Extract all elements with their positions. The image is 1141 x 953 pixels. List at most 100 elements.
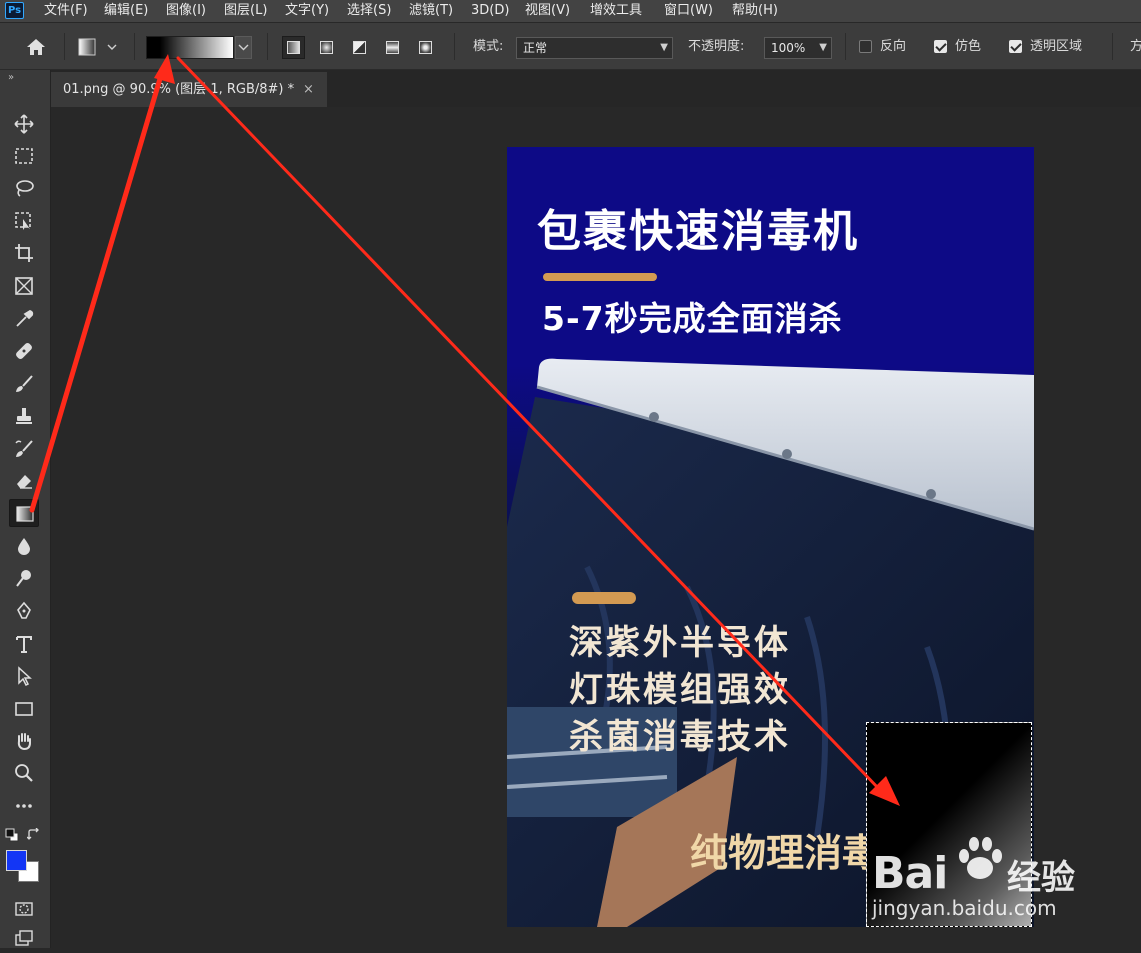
document-tab[interactable]: 01.png @ 90.9% (图层 1, RGB/8#) * × — [51, 72, 327, 107]
accent-bar — [572, 592, 636, 604]
watermark-url: jingyan.baidu.com — [872, 896, 1057, 920]
dither-checkbox[interactable] — [934, 40, 947, 53]
brush-tool[interactable] — [9, 370, 39, 398]
dodge-tool-icon — [16, 570, 31, 587]
foreground-color-swatch[interactable] — [6, 850, 27, 871]
menu-file[interactable]: 文件(F) — [44, 0, 88, 22]
diamond-gradient-button[interactable] — [414, 36, 437, 59]
reverse-checkbox[interactable] — [859, 40, 872, 53]
gradient-preset-icon — [78, 38, 117, 56]
document-image[interactable]: 包裹快速消毒机 5-7秒完成全面消杀 深紫外半导体 灯珠模组强效 杀菌消毒技术 … — [507, 147, 1034, 927]
reflected-gradient-button[interactable] — [381, 36, 404, 59]
transparency-checkbox[interactable] — [1009, 40, 1022, 53]
angle-gradient-icon — [353, 41, 366, 54]
screen-mode-button[interactable] — [9, 925, 39, 953]
dither-label: 仿色 — [955, 39, 982, 54]
path-select-tool-icon — [18, 666, 32, 686]
menu-select[interactable]: 选择(S) — [347, 0, 391, 22]
separator — [134, 33, 135, 60]
opacity-field[interactable]: 100% ▼ — [764, 37, 832, 59]
default-colors-button[interactable] — [5, 827, 19, 842]
menu-filter[interactable]: 滤镜(T) — [409, 0, 453, 22]
quick-mask-button[interactable] — [9, 895, 39, 923]
angle-gradient-button[interactable] — [348, 36, 371, 59]
hand-tool[interactable] — [9, 727, 39, 755]
chevron-down-icon: ▼ — [819, 42, 827, 53]
poster-tagline: 纯物理消毒 — [690, 830, 881, 875]
menu-layer[interactable]: 图层(L) — [224, 0, 267, 22]
separator — [454, 33, 455, 60]
healing-brush-tool[interactable] — [9, 337, 39, 365]
frame-tool-icon — [15, 277, 33, 295]
separator — [267, 33, 268, 60]
options-bar: 模式: 正常 ▼ 不透明度: 100% ▼ 反向 仿色 透明区域 方 — [0, 23, 1141, 70]
more-tools[interactable] — [9, 792, 39, 820]
blur-tool[interactable] — [9, 532, 39, 560]
clone-stamp-tool[interactable] — [9, 402, 39, 430]
zoom-tool[interactable] — [9, 759, 39, 787]
radial-gradient-icon — [320, 41, 333, 54]
menu-view[interactable]: 视图(V) — [525, 0, 570, 22]
healing-brush-tool-icon — [16, 343, 32, 359]
type-tool[interactable] — [9, 630, 39, 658]
paw-icon — [959, 837, 1002, 879]
brush-tool-icon — [16, 375, 33, 392]
menu-bar: Ps 文件(F) 编辑(E) 图像(I) 图层(L) 文字(Y) 选择(S) 滤… — [0, 0, 1141, 22]
tool-preset-picker[interactable] — [78, 37, 122, 57]
swap-colors-button[interactable] — [26, 827, 41, 841]
radial-gradient-button[interactable] — [315, 36, 338, 59]
eyedropper-tool[interactable] — [9, 305, 39, 333]
marquee-tool[interactable] — [9, 142, 39, 170]
clone-stamp-tool-icon — [16, 408, 32, 424]
crop-tool[interactable] — [9, 239, 39, 267]
object-select-tool[interactable] — [9, 207, 39, 235]
mode-label: 模式: — [473, 39, 504, 54]
menu-plugins[interactable]: 增效工具 — [590, 0, 642, 22]
zoom-tool-icon — [15, 764, 33, 782]
photoshop-logo-icon: Ps — [5, 2, 24, 19]
gradient-preview-swatch[interactable] — [146, 36, 234, 59]
rectangle-tool-icon — [15, 702, 33, 716]
linear-gradient-button[interactable] — [282, 36, 305, 59]
default-colors-icon — [5, 828, 19, 842]
reflected-gradient-icon — [386, 41, 399, 54]
watermark-jingyan: 经验 — [1007, 858, 1075, 898]
pen-tool[interactable] — [9, 597, 39, 625]
menu-help[interactable]: 帮助(H) — [732, 0, 778, 22]
more-tools-icon — [16, 804, 32, 808]
tools-panel: » — [0, 70, 51, 948]
linear-gradient-icon — [287, 41, 300, 54]
mode-select[interactable]: 正常 ▼ — [516, 37, 673, 59]
move-tool-icon — [14, 114, 34, 134]
menu-image[interactable]: 图像(I) — [166, 0, 206, 22]
screen-mode-icon — [15, 930, 33, 946]
history-brush-tool[interactable] — [9, 435, 39, 463]
crop-tool-icon — [15, 244, 33, 262]
blur-tool-icon — [18, 538, 30, 555]
home-button[interactable] — [24, 36, 48, 58]
gradient-tool[interactable] — [9, 499, 39, 527]
dodge-tool[interactable] — [9, 564, 39, 592]
poster-feature-line: 杀菌消毒技术 — [569, 717, 791, 757]
frame-tool[interactable] — [9, 272, 39, 300]
menu-type[interactable]: 文字(Y) — [285, 0, 329, 22]
gradient-tool-icon — [16, 506, 34, 522]
diamond-gradient-icon — [419, 41, 432, 54]
transparency-label: 透明区域 — [1030, 39, 1083, 54]
gradient-picker-dropdown[interactable] — [235, 36, 252, 59]
document-tab-strip: 01.png @ 90.9% (图层 1, RGB/8#) * × — [51, 70, 1141, 107]
object-select-tool-icon — [15, 212, 31, 230]
poster-subtitle: 5-7秒完成全面消杀 — [542, 299, 843, 338]
watermark-brand: Bai — [872, 848, 948, 899]
menu-edit[interactable]: 编辑(E) — [104, 0, 148, 22]
path-select-tool[interactable] — [9, 662, 39, 690]
move-tool[interactable] — [9, 110, 39, 138]
lasso-tool[interactable] — [9, 174, 39, 202]
close-icon[interactable]: × — [303, 72, 314, 107]
menu-window[interactable]: 窗口(W) — [664, 0, 713, 22]
eraser-tool[interactable] — [9, 467, 39, 495]
menu-3d[interactable]: 3D(D) — [471, 0, 509, 22]
eraser-tool-icon — [17, 475, 32, 489]
panel-collapse-icon[interactable]: » — [8, 72, 14, 83]
rectangle-tool[interactable] — [9, 695, 39, 723]
